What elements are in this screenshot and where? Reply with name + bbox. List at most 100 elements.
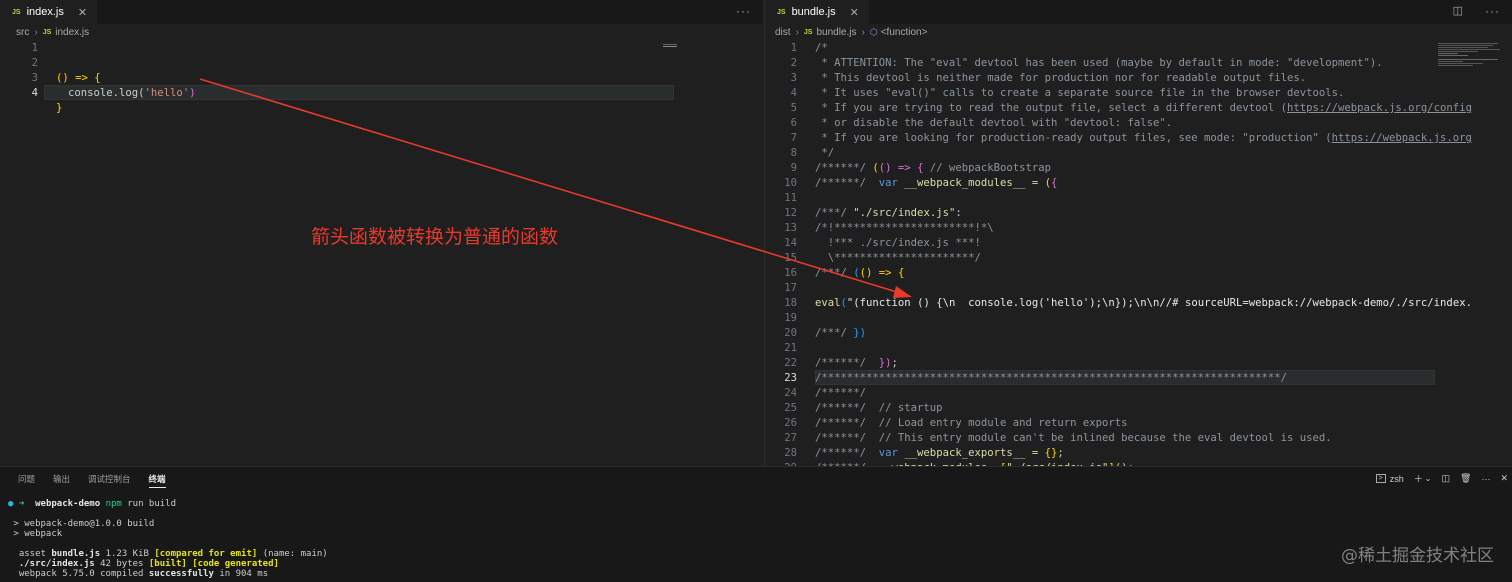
more-actions-icon[interactable]: ··· bbox=[1485, 4, 1500, 18]
more-actions-icon[interactable]: ··· bbox=[736, 4, 751, 18]
chevron-down-icon[interactable]: ⌄ bbox=[1425, 474, 1432, 483]
breadcrumb: src › JS index.js bbox=[0, 24, 763, 41]
line-number: 16 bbox=[784, 267, 797, 279]
line-number: 13 bbox=[784, 222, 797, 234]
line-number: 14 bbox=[784, 237, 797, 249]
prompt-dir: webpack-demo bbox=[35, 499, 101, 509]
tab-output[interactable]: 输出 bbox=[53, 473, 70, 488]
line-number: 1 bbox=[790, 42, 797, 54]
line-number: 20 bbox=[784, 327, 797, 339]
trash-icon[interactable]: 🗑 bbox=[1460, 473, 1471, 484]
code-editor[interactable]: 1 2 () => { 3 console.log('hello') 4 } bbox=[0, 41, 763, 466]
code-editor[interactable]: 1 /* 2 * ATTENTION: The "eval" devtool has… bbox=[765, 41, 1472, 466]
left-tab-bar: JS index.js ✕ ··· bbox=[0, 0, 763, 24]
close-icon[interactable]: ✕ bbox=[850, 6, 859, 19]
line-number: 5 bbox=[790, 102, 797, 114]
close-icon[interactable]: ✕ bbox=[1500, 473, 1508, 484]
breadcrumb-item-file[interactable]: bundle.js bbox=[816, 27, 856, 38]
js-file-icon: JS bbox=[42, 29, 52, 36]
right-editor-pane: JS bundle.js ✕ ◫ ··· dist › JS bundle.js… bbox=[764, 0, 1512, 466]
split-terminal-icon[interactable]: ◫ bbox=[1442, 473, 1451, 484]
line-number: 6 bbox=[790, 117, 797, 129]
code-line: /******/ // This entry module can't be i… bbox=[815, 432, 1332, 444]
prompt-cmd: npm bbox=[105, 499, 122, 509]
right-tab-bar: JS bundle.js ✕ ◫ ··· bbox=[765, 0, 1512, 24]
breadcrumb-item-symbol[interactable]: <function> bbox=[881, 27, 928, 38]
js-file-icon: JS bbox=[803, 29, 813, 36]
code-line: /******/ (() => { // webpackBootstrap bbox=[815, 162, 1052, 174]
js-file-icon: JS bbox=[12, 8, 21, 16]
minimap[interactable] bbox=[663, 42, 693, 102]
line-number: 10 bbox=[784, 177, 797, 189]
code-line: /******/ }); bbox=[815, 357, 898, 369]
breadcrumb-item-file[interactable]: index.js bbox=[55, 27, 89, 38]
terminal-output[interactable]: ● ➜ webpack-demo npm run build > webpack… bbox=[8, 499, 328, 579]
tab-bundle-js[interactable]: JS bundle.js ✕ bbox=[765, 0, 869, 24]
code-line: /******/ var __webpack_exports__ = {}; bbox=[815, 447, 1064, 459]
code-line: } bbox=[56, 102, 63, 114]
code-line: eval("(function () {\n console.log('hell… bbox=[815, 297, 1472, 309]
code-line: /***/ (() => { bbox=[815, 267, 905, 279]
breadcrumb: dist › JS bundle.js › ⬡ <function> bbox=[765, 24, 1512, 41]
line-number: 15 bbox=[784, 252, 797, 264]
code-line: * If you are looking for production-read… bbox=[815, 132, 1472, 144]
line-number: 1 bbox=[31, 42, 38, 54]
line-number: 25 bbox=[784, 402, 797, 414]
line-number: 9 bbox=[790, 162, 797, 174]
tab-index-js[interactable]: JS index.js ✕ bbox=[0, 0, 98, 24]
shell-label[interactable]: zsh bbox=[1390, 474, 1404, 484]
chevron-right-icon: › bbox=[795, 27, 799, 38]
code-line: !*** ./src/index.js ***! bbox=[815, 237, 981, 249]
line-number: 3 bbox=[790, 72, 797, 84]
minimap[interactable] bbox=[1432, 41, 1512, 101]
code-line: /******/ var __webpack_modules__ = ({ bbox=[815, 177, 1058, 189]
tab-label: bundle.js bbox=[791, 6, 836, 18]
js-file-icon: JS bbox=[777, 8, 786, 16]
chevron-right-icon: › bbox=[861, 27, 865, 38]
code-line: /***/ "./src/index.js": bbox=[815, 207, 962, 219]
line-number: 7 bbox=[790, 132, 797, 144]
split-editor-icon[interactable]: ◫ bbox=[1453, 4, 1464, 17]
line-number: 18 bbox=[784, 297, 797, 309]
code-line: \**********************/ bbox=[815, 252, 981, 264]
terminal-icon: > bbox=[1375, 474, 1386, 483]
code-line: */ bbox=[815, 147, 835, 159]
close-icon[interactable]: ✕ bbox=[78, 6, 87, 19]
code-line: * It uses "eval()" calls to create a sep… bbox=[815, 87, 1345, 99]
line-number: 2 bbox=[790, 57, 797, 69]
more-actions-icon[interactable]: ··· bbox=[1481, 474, 1490, 484]
line-number: 12 bbox=[784, 207, 797, 219]
watermark: @稀土掘金技术社区 bbox=[1341, 546, 1494, 566]
code-line: /***/ }) bbox=[815, 327, 867, 339]
breadcrumb-item-src[interactable]: src bbox=[16, 27, 29, 38]
code-line: * If you are trying to read the output f… bbox=[815, 102, 1472, 114]
line-number: 23 bbox=[784, 372, 797, 384]
tab-terminal[interactable]: 终端 bbox=[148, 473, 166, 488]
tab-problems[interactable]: 问题 bbox=[18, 473, 35, 488]
panel-toolbar: > zsh ＋ ⌄ ◫ 🗑 ··· ✕ bbox=[1375, 472, 1508, 485]
cube-icon: ⬡ bbox=[869, 27, 878, 37]
line-number: 4 bbox=[790, 87, 797, 99]
line-number: 27 bbox=[784, 432, 797, 444]
code-line: * or disable the default devtool with "d… bbox=[815, 117, 1173, 129]
line-number: 19 bbox=[784, 312, 797, 324]
line-number: 24 bbox=[784, 387, 797, 399]
bottom-panel: 问题 输出 调试控制台 终端 > zsh ＋ ⌄ ◫ 🗑 ··· ✕ ● ➜ w… bbox=[0, 466, 1512, 582]
panel-tabs: 问题 输出 调试控制台 终端 bbox=[18, 473, 166, 488]
code-line: /*!**********************!*\ bbox=[815, 222, 994, 234]
code-line: /******/ // startup bbox=[815, 402, 943, 414]
line-number: 3 bbox=[31, 72, 38, 84]
terminal-line: > webpack-demo@1.0.0 build bbox=[13, 519, 155, 529]
tab-debug-console[interactable]: 调试控制台 bbox=[88, 473, 131, 488]
tab-label: index.js bbox=[26, 6, 64, 18]
line-number: 22 bbox=[784, 357, 797, 369]
annotation-text: 箭头函数被转换为普通的函数 bbox=[311, 226, 559, 248]
chevron-right-icon: › bbox=[34, 27, 38, 38]
code-line: * This devtool is neither made for produ… bbox=[815, 72, 1307, 84]
line-number: 28 bbox=[784, 447, 797, 459]
breadcrumb-item-dist[interactable]: dist bbox=[775, 27, 791, 38]
add-terminal-icon[interactable]: ＋ bbox=[1414, 472, 1423, 485]
code-line: /***************************************… bbox=[815, 372, 1287, 384]
code-line: /******/ // Load entry module and return… bbox=[815, 417, 1128, 429]
code-line: /* bbox=[815, 42, 828, 54]
